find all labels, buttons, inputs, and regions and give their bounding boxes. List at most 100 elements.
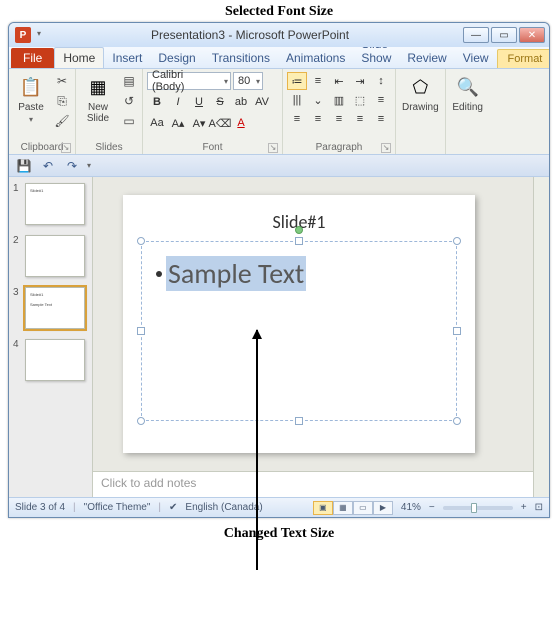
group-label-slides: Slides [80,141,138,154]
format-painter-icon[interactable]: 🖌 [53,112,71,130]
font-launcher[interactable]: ↘ [268,143,278,153]
columns-button[interactable]: ▥ [329,91,349,109]
slideshow-view-button[interactable]: ▶ [373,501,393,515]
italic-button[interactable]: I [168,93,188,111]
tab-home[interactable]: Home [54,47,104,68]
tab-insert[interactable]: Insert [104,48,150,68]
tab-transitions[interactable]: Transitions [204,48,278,68]
save-icon[interactable]: 💾 [15,157,33,175]
increase-indent-button[interactable]: ⇥ [350,72,370,90]
content-placeholder[interactable]: Sample Text [141,241,457,421]
justify-button[interactable]: ≡ [350,110,370,128]
shrink-font-button[interactable]: A▾ [189,114,209,132]
reading-view-button[interactable]: ▭ [353,501,373,515]
underline-button[interactable]: U [189,93,209,111]
status-language[interactable]: English (Canada) [185,502,262,513]
resize-handle-e[interactable] [453,327,461,335]
qat-customize-icon[interactable]: ▾ [37,29,41,38]
ribbon-tabs: File Home Insert Design Transitions Anim… [9,47,549,69]
fit-to-window-button[interactable]: ⊡ [535,502,543,513]
slide-editor-area: Slide#1 [93,177,533,497]
tab-format-context[interactable]: Format [497,49,550,68]
zoom-out-button[interactable]: − [429,502,435,513]
find-icon: 🔍 [455,74,481,100]
font-name-combo[interactable]: Calibri (Body) [147,72,231,90]
selected-text[interactable]: Sample Text [166,256,306,291]
align-right-button[interactable]: ≡ [329,110,349,128]
spellcheck-icon[interactable]: ✔ [169,502,177,513]
paragraph-launcher[interactable]: ↘ [381,143,391,153]
group-editing: 🔍 Editing [446,69,490,154]
strike-button[interactable]: S [210,93,230,111]
notes-pane[interactable]: Click to add notes [93,471,533,497]
align-text-button[interactable]: ⌄ [308,91,328,109]
char-spacing-button[interactable]: AV [252,93,272,111]
annotation-selected-font-size: Selected Font Size [0,0,558,22]
resize-handle-w[interactable] [137,327,145,335]
shadow-button[interactable]: ab [231,93,251,111]
vertical-scrollbar[interactable] [533,177,549,497]
restore-button[interactable]: ▭ [491,27,517,43]
editing-button[interactable]: 🔍 Editing [450,72,486,115]
close-button[interactable]: ✕ [519,27,545,43]
line-spacing-button[interactable]: ↕ [371,72,391,90]
zoom-slider[interactable] [443,506,513,510]
slide-canvas[interactable]: Slide#1 [123,195,475,453]
minimize-button[interactable]: — [463,27,489,43]
decrease-indent-button[interactable]: ⇤ [329,72,349,90]
thumb-row-3[interactable]: 3 Slide#1Sample Text [13,287,88,329]
drawing-button[interactable]: ⬠ Drawing [400,72,441,115]
group-label-font: Font↘ [147,141,278,154]
resize-handle-nw[interactable] [137,237,145,245]
thumb-row-2[interactable]: 2 [13,235,88,277]
resize-handle-sw[interactable] [137,417,145,425]
layout-icon[interactable]: ▤ [120,72,138,90]
group-label-clipboard: Clipboard↘ [13,141,71,154]
copy-icon[interactable]: ⎘ [53,92,71,110]
zoom-in-button[interactable]: + [521,502,527,513]
sorter-view-button[interactable]: ▦ [333,501,353,515]
group-drawing: ⬠ Drawing [396,69,446,154]
tab-animations[interactable]: Animations [278,48,353,68]
new-slide-button[interactable]: ▦ New Slide [80,72,116,126]
status-zoom-label[interactable]: 41% [401,502,421,513]
resize-handle-se[interactable] [453,417,461,425]
resize-handle-ne[interactable] [453,237,461,245]
undo-icon[interactable]: ↶ [39,157,57,175]
powerpoint-app-icon[interactable] [15,27,31,43]
group-label-paragraph: Paragraph↘ [287,141,391,154]
text-direction-button[interactable]: ||| [287,91,307,109]
cut-icon[interactable]: ✂ [53,72,71,90]
font-size-combo[interactable]: 80 [233,72,263,90]
clipboard-launcher[interactable]: ↘ [61,143,71,153]
rotate-handle[interactable] [295,226,303,234]
distributed-button[interactable]: ≡ [371,110,391,128]
slide-thumbnails-pane[interactable]: 1 Slide#1 2 3 Slide#1Sample Text 4 [9,177,93,497]
grow-font-button[interactable]: A▴ [168,114,188,132]
reset-icon[interactable]: ↺ [120,92,138,110]
numbering-button[interactable]: ≡ [308,72,328,90]
bold-button[interactable]: B [147,93,167,111]
clear-format-button[interactable]: A⌫ [210,114,230,132]
qat-more-icon[interactable]: ▾ [87,161,91,170]
tab-view[interactable]: View [455,48,497,68]
bullets-button[interactable]: ≔ [287,72,307,90]
normal-view-button[interactable]: ▣ [313,501,333,515]
section-icon[interactable]: ▭ [120,112,138,130]
file-tab[interactable]: File [11,48,54,68]
thumb-row-4[interactable]: 4 [13,339,88,381]
text-align-v-button[interactable]: ≡ [371,91,391,109]
convert-smartart-button[interactable]: ⬚ [350,91,370,109]
resize-handle-s[interactable] [295,417,303,425]
tab-design[interactable]: Design [150,48,203,68]
redo-icon[interactable]: ↷ [63,157,81,175]
group-clipboard: 📋 Paste ▾ ✂ ⎘ 🖌 Clipboard↘ [9,69,76,154]
resize-handle-n[interactable] [295,237,303,245]
tab-review[interactable]: Review [399,48,454,68]
paste-button[interactable]: 📋 Paste ▾ [13,72,49,126]
align-left-button[interactable]: ≡ [287,110,307,128]
change-case-button[interactable]: Aa [147,114,167,132]
font-color-button[interactable]: A [231,114,251,132]
align-center-button[interactable]: ≡ [308,110,328,128]
thumb-row-1[interactable]: 1 Slide#1 [13,183,88,225]
